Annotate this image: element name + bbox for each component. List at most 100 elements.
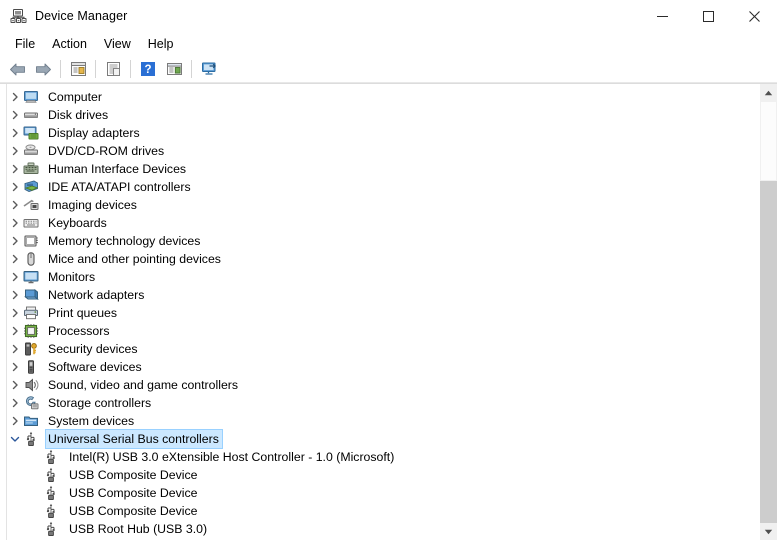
vertical-scrollbar[interactable] — [759, 84, 777, 540]
minimize-button[interactable] — [639, 0, 685, 32]
chevron-right-icon[interactable] — [7, 376, 23, 394]
network-adapter-icon — [23, 287, 39, 303]
device-tree: Computer Disk drives Display adapters DVD/C… — [7, 88, 759, 538]
chevron-right-icon[interactable] — [7, 412, 23, 430]
update-driver-button[interactable] — [161, 57, 187, 81]
device-tree-child-row[interactable]: USB Composite Device — [7, 484, 759, 502]
device-tree-label: Processors — [48, 324, 110, 338]
device-tree-label: USB Composite Device — [69, 486, 198, 500]
menu-view[interactable]: View — [96, 34, 140, 54]
scan-hardware-changes-button[interactable] — [196, 57, 222, 81]
chevron-right-icon[interactable] — [7, 106, 23, 124]
device-tree-label: Software devices — [48, 360, 142, 374]
chevron-right-icon[interactable] — [7, 142, 23, 160]
forward-button[interactable] — [30, 57, 56, 81]
window-title: Device Manager — [35, 9, 128, 23]
scroll-down-button[interactable] — [760, 523, 777, 540]
chevron-right-icon[interactable] — [7, 178, 23, 196]
chevron-down-icon[interactable] — [7, 430, 23, 448]
device-tree-label: Computer — [48, 90, 102, 104]
toolbar: ? — [0, 56, 777, 83]
chevron-right-icon[interactable] — [7, 322, 23, 340]
properties-icon — [105, 61, 122, 77]
device-tree-label: DVD/CD-ROM drives — [48, 144, 165, 158]
device-tree-label: Mice and other pointing devices — [48, 252, 221, 266]
properties-button[interactable] — [100, 57, 126, 81]
device-tree-label: Network adapters — [48, 288, 145, 302]
update-driver-icon — [166, 61, 183, 77]
device-tree-row[interactable]: Universal Serial Bus controllers — [7, 429, 759, 449]
device-tree-row[interactable]: IDE ATA/ATAPI controllers — [7, 178, 759, 196]
device-tree-label: Monitors — [48, 270, 96, 284]
device-tree-row[interactable]: Monitors — [7, 268, 759, 286]
display-adapter-icon — [23, 125, 39, 141]
help-question-icon: ? — [140, 61, 156, 77]
show-hide-console-tree-button[interactable] — [65, 57, 91, 81]
device-tree-child-row[interactable]: USB Composite Device — [7, 466, 759, 484]
usb-controller-icon — [23, 431, 39, 447]
security-device-icon — [23, 341, 39, 357]
chevron-right-icon[interactable] — [7, 232, 23, 250]
toolbar-separator — [60, 60, 61, 78]
device-tree-row[interactable]: DVD/CD-ROM drives — [7, 142, 759, 160]
system-device-icon — [23, 413, 39, 429]
device-tree-child-row[interactable]: Intel(R) USB 3.0 eXtensible Host Control… — [7, 448, 759, 466]
back-button[interactable] — [4, 57, 30, 81]
chevron-right-icon[interactable] — [7, 394, 23, 412]
menu-help[interactable]: Help — [140, 34, 183, 54]
device-tree-row[interactable]: Network adapters — [7, 286, 759, 304]
device-tree-row[interactable]: Security devices — [7, 340, 759, 358]
chevron-right-icon[interactable] — [7, 88, 23, 106]
device-tree-row[interactable]: Processors — [7, 322, 759, 340]
device-tree-row[interactable]: Software devices — [7, 358, 759, 376]
device-tree-row[interactable]: Imaging devices — [7, 196, 759, 214]
chevron-right-icon[interactable] — [7, 286, 23, 304]
memory-device-icon — [23, 233, 39, 249]
device-tree-label: Intel(R) USB 3.0 eXtensible Host Control… — [69, 450, 395, 464]
device-tree-pane[interactable]: Computer Disk drives Display adapters DVD/C… — [6, 84, 759, 540]
device-tree-row[interactable]: Display adapters — [7, 124, 759, 142]
device-tree-row[interactable]: Sound, video and game controllers — [7, 376, 759, 394]
device-tree-row[interactable]: System devices — [7, 412, 759, 430]
ide-controller-icon — [23, 179, 39, 195]
scrollbar-thumb[interactable] — [760, 101, 777, 181]
chevron-right-icon[interactable] — [7, 196, 23, 214]
device-tree-child-row[interactable]: USB Composite Device — [7, 502, 759, 520]
device-tree-row[interactable]: Computer — [7, 88, 759, 106]
scroll-up-button[interactable] — [760, 84, 777, 101]
device-tree-row[interactable]: Memory technology devices — [7, 232, 759, 250]
menu-file[interactable]: File — [7, 34, 44, 54]
usb-device-icon — [43, 485, 59, 501]
menu-action[interactable]: Action — [44, 34, 96, 54]
device-tree-label: USB Composite Device — [69, 468, 198, 482]
storage-controller-icon — [23, 395, 39, 411]
device-tree-row[interactable]: Mice and other pointing devices — [7, 250, 759, 268]
device-tree-label: Keyboards — [48, 216, 107, 230]
help-button[interactable]: ? — [135, 57, 161, 81]
chevron-right-icon[interactable] — [7, 250, 23, 268]
device-tree-label: System devices — [48, 414, 135, 428]
device-tree-label: Memory technology devices — [48, 234, 201, 248]
scrollbar-track[interactable] — [760, 181, 777, 523]
device-tree-label: Human Interface Devices — [48, 162, 187, 176]
content-area: Computer Disk drives Display adapters DVD/C… — [0, 83, 777, 540]
title-bar: Device Manager — [0, 0, 777, 32]
chevron-right-icon[interactable] — [7, 358, 23, 376]
device-tree-row[interactable]: Keyboards — [7, 214, 759, 232]
device-tree-row[interactable]: Human Interface Devices — [7, 160, 759, 178]
chevron-right-icon[interactable] — [7, 214, 23, 232]
device-tree-child-row[interactable]: USB Root Hub (USB 3.0) — [7, 520, 759, 538]
chevron-right-icon[interactable] — [7, 340, 23, 358]
device-tree-label: Print queues — [48, 306, 118, 320]
chevron-right-icon[interactable] — [7, 124, 23, 142]
device-tree-row[interactable]: Storage controllers — [7, 394, 759, 412]
chevron-right-icon[interactable] — [7, 304, 23, 322]
close-button[interactable] — [731, 0, 777, 32]
maximize-button[interactable] — [685, 0, 731, 32]
chevron-right-icon[interactable] — [7, 160, 23, 178]
device-tree-row[interactable]: Disk drives — [7, 106, 759, 124]
device-tree-row[interactable]: Print queues — [7, 304, 759, 322]
usb-device-icon — [43, 521, 59, 537]
dvd-drive-icon — [23, 143, 39, 159]
chevron-right-icon[interactable] — [7, 268, 23, 286]
